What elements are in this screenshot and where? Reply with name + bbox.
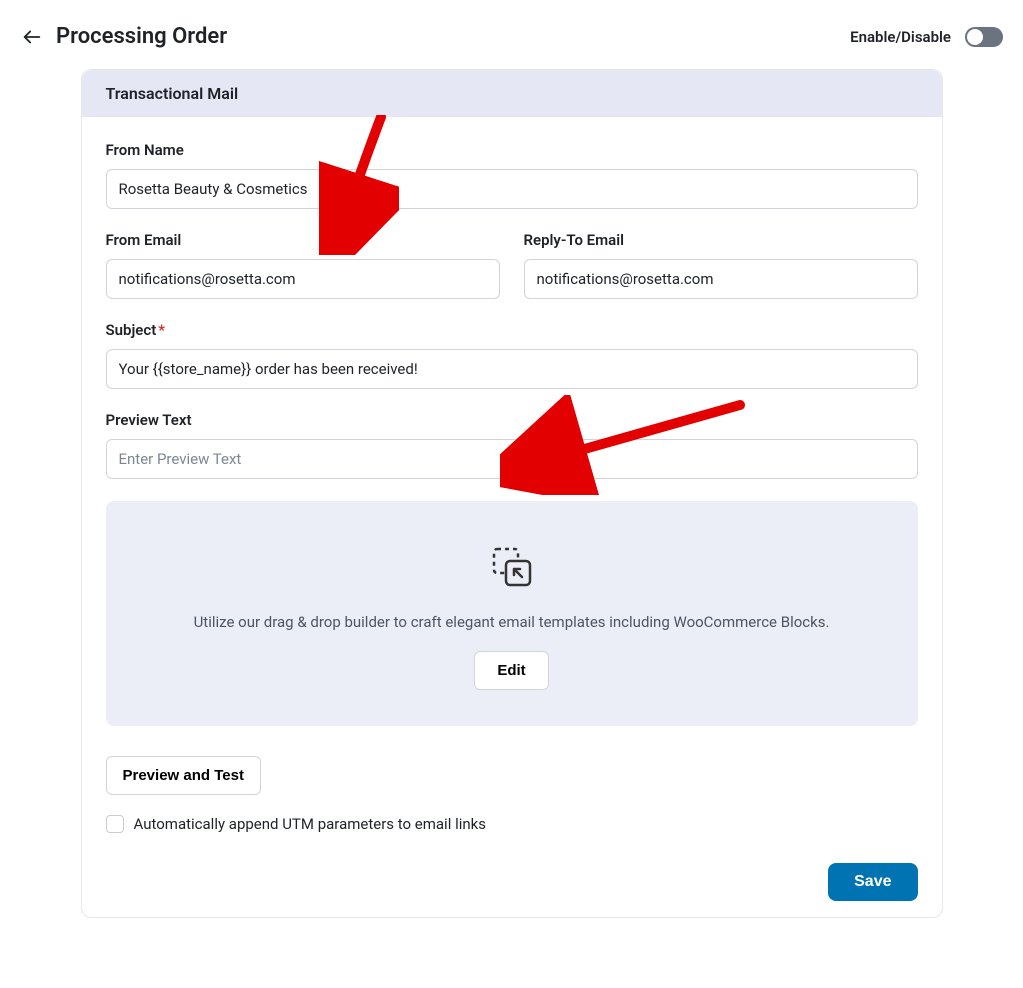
arrow-left-icon [21,26,43,48]
subject-label: Subject* [106,321,918,339]
builder-drag-icon [484,541,540,597]
utm-checkbox[interactable] [106,815,124,833]
page-title: Processing Order [56,24,227,49]
toggle-knob [967,29,983,45]
from-email-input[interactable] [106,259,500,299]
builder-callout: Utilize our drag & drop builder to craft… [106,501,918,726]
preview-text-input[interactable] [106,439,918,479]
from-name-input[interactable] [106,169,918,209]
enable-disable-toggle[interactable] [965,27,1003,47]
enable-disable-label: Enable/Disable [850,28,951,46]
settings-card: Transactional Mail From Name From Email … [81,69,943,918]
from-email-label: From Email [106,231,500,249]
reply-to-label: Reply-To Email [524,231,918,249]
preview-text-label: Preview Text [106,411,918,429]
from-name-label: From Name [106,141,918,159]
reply-to-input[interactable] [524,259,918,299]
panel-heading: Transactional Mail [82,70,942,117]
save-button[interactable]: Save [828,863,917,901]
top-bar: Processing Order Enable/Disable [16,16,1007,69]
utm-checkbox-label: Automatically append UTM parameters to e… [134,815,487,833]
builder-hint-text: Utilize our drag & drop builder to craft… [126,613,898,631]
edit-template-button[interactable]: Edit [474,651,548,690]
required-asterisk: * [158,321,165,339]
preview-and-test-button[interactable]: Preview and Test [106,756,261,795]
back-arrow-button[interactable] [20,25,44,49]
subject-input[interactable] [106,349,918,389]
